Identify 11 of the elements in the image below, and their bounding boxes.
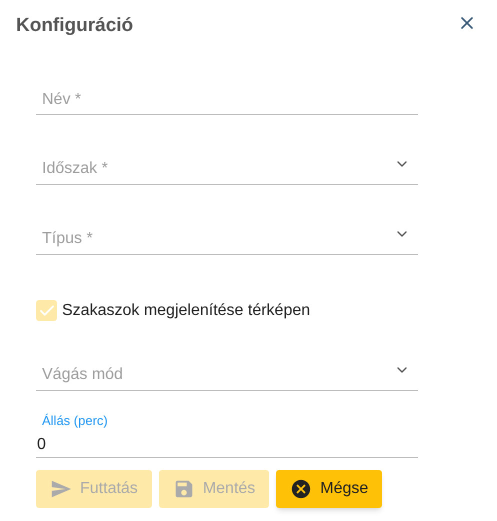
number-field[interactable]: 0 (36, 434, 418, 456)
select-field[interactable]: Vágás mód (36, 363, 394, 387)
select-field[interactable]: Típus * (36, 227, 394, 251)
cancel-icon (290, 478, 312, 500)
action-button[interactable]: Mégse (276, 470, 382, 508)
send-icon (50, 478, 72, 500)
select-field[interactable]: Időszak * (36, 157, 394, 181)
field-label: Állás (perc) (41, 413, 109, 429)
input-field[interactable]: Név * (36, 88, 418, 112)
checkbox-label: Szakaszok megjelenítése térképen (62, 301, 310, 321)
dialog-title: Konfiguráció (16, 14, 134, 38)
